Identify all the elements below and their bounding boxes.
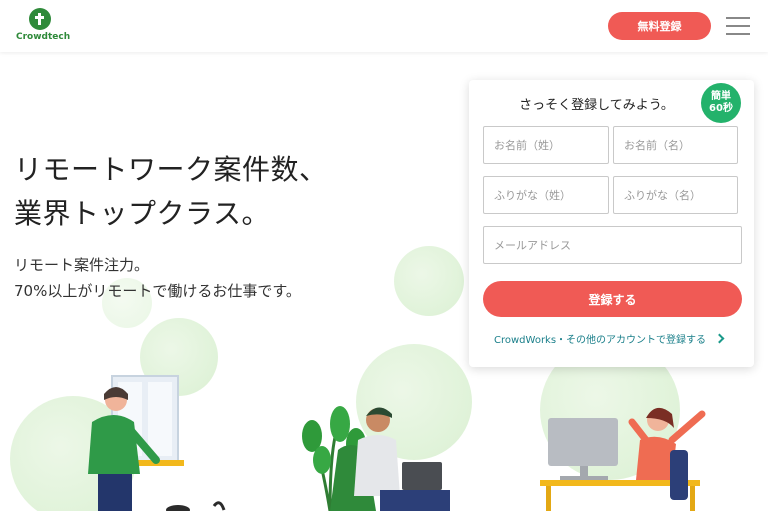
- logo-text: Crowdtech: [16, 32, 71, 42]
- hero-title-line: リモートワーク案件数、: [14, 153, 328, 186]
- register-submit-button[interactable]: 登録する: [483, 281, 742, 317]
- hero-title: リモートワーク案件数、 業界トップクラス。: [14, 148, 328, 236]
- hero-subtitle-line: リモート案件注力。: [14, 256, 150, 274]
- hero-title-line: 業界トップクラス。: [14, 197, 270, 230]
- site-header: Crowdtech 無料登録: [0, 0, 768, 52]
- last-name-kana-input[interactable]: [483, 176, 609, 214]
- chevron-right-icon: [714, 333, 725, 344]
- hamburger-menu-icon[interactable]: [726, 15, 750, 37]
- crowdtech-logo[interactable]: Crowdtech: [14, 8, 70, 46]
- cat-illustration: [166, 501, 226, 511]
- free-signup-button[interactable]: 無料登録: [608, 12, 711, 40]
- logo-mark-icon: [29, 8, 51, 30]
- hero-subtitle: リモート案件注力。 70%以上がリモートで働けるお仕事です。: [14, 252, 301, 304]
- woman-at-desk-illustration: [540, 407, 706, 511]
- last-name-input[interactable]: [483, 126, 609, 164]
- other-account-signup-link[interactable]: CrowdWorks・その他のアカウントで登録する: [494, 331, 725, 346]
- other-account-signup-label: CrowdWorks・その他のアカウントで登録する: [494, 335, 707, 346]
- badge-line: 60秒: [709, 103, 733, 114]
- email-input[interactable]: [483, 226, 742, 264]
- first-name-input[interactable]: [613, 126, 738, 164]
- easy-60-seconds-badge: 簡単 60秒: [701, 83, 741, 123]
- first-name-kana-input[interactable]: [613, 176, 738, 214]
- badge-line: 簡単: [711, 91, 731, 102]
- registration-card: さっそく登録してみよう。 簡単 60秒 登録する CrowdWorks・その他の…: [469, 80, 754, 367]
